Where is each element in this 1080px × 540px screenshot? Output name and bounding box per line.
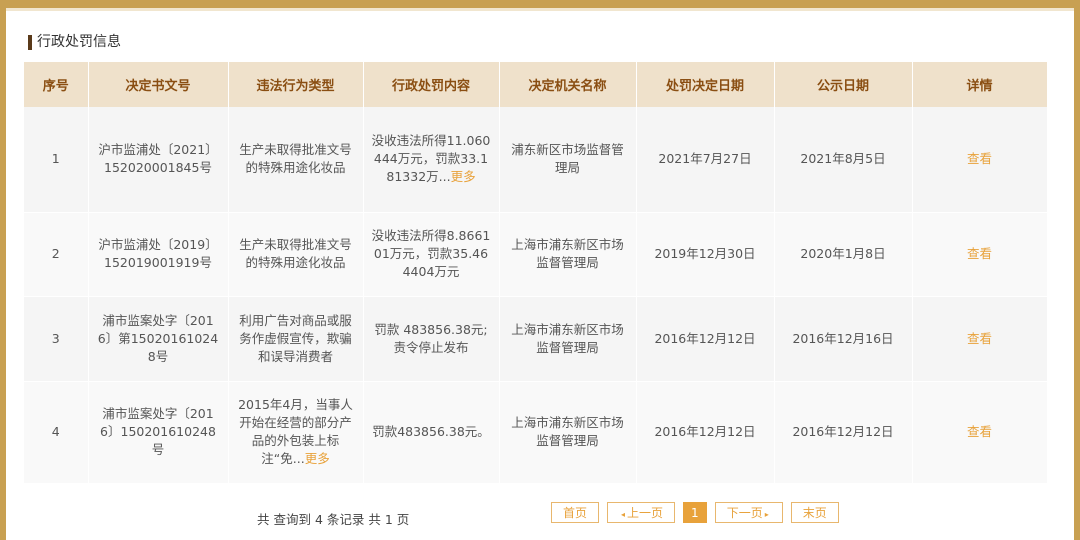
cell-authority: 上海市浦东新区市场监督管理局 [499, 381, 637, 484]
prev-page-button[interactable]: ◂ 上一页 [607, 502, 676, 523]
section-marker [28, 34, 32, 50]
cell-doc: 沪市监浦处〔2019〕152019001919号 [88, 212, 229, 297]
col-header-authority: 决定机关名称 [499, 62, 637, 107]
cell-detail: 查看 [912, 381, 1048, 484]
section-title-text: 行政处罚信息 [37, 34, 121, 50]
chevron-right-icon: ▸ [764, 510, 769, 519]
col-header-detail: 详情 [912, 62, 1048, 107]
current-page-button[interactable]: 1 [683, 502, 707, 523]
col-header-doc: 决定书文号 [88, 62, 229, 107]
top-border [6, 0, 1074, 8]
view-link[interactable]: 查看 [967, 151, 992, 166]
col-header-type: 违法行为类型 [228, 62, 364, 107]
chevron-left-icon: ◂ [621, 510, 626, 519]
cell-no: 1 [24, 107, 89, 213]
first-page-button[interactable]: 首页 [551, 502, 600, 523]
view-link[interactable]: 查看 [967, 424, 992, 439]
cell-authority: 浦东新区市场监督管理局 [499, 107, 637, 213]
cell-doc: 浦市监案处字〔2016〕150201610248号 [88, 381, 229, 484]
cell-type: 2015年4月，当事人开始在经营的部分产品的外包装上标注“免...更多 [228, 381, 364, 484]
table-header-row: 序号 决定书文号 违法行为类型 行政处罚内容 决定机关名称 处罚决定日期 公示日… [24, 62, 1048, 107]
cell-published: 2016年12月12日 [774, 381, 913, 484]
cell-detail: 查看 [912, 107, 1048, 213]
cell-published: 2020年1月8日 [774, 212, 913, 297]
table-row: 4 浦市监案处字〔2016〕150201610248号 2015年4月，当事人开… [24, 381, 1048, 484]
top-border-shadow [6, 8, 1074, 11]
cell-content: 罚款483856.38元。 [363, 381, 500, 484]
penalty-table: 序号 决定书文号 违法行为类型 行政处罚内容 决定机关名称 处罚决定日期 公示日… [24, 62, 1048, 484]
cell-published: 2021年8月5日 [774, 107, 913, 213]
cell-no: 4 [24, 381, 89, 484]
cell-decided: 2021年7月27日 [636, 107, 775, 213]
cell-detail: 查看 [912, 296, 1048, 382]
table-row: 2 沪市监浦处〔2019〕152019001919号 生产未取得批准文号的特殊用… [24, 212, 1048, 297]
next-page-label: 下一页 [726, 506, 763, 520]
cell-published: 2016年12月16日 [774, 296, 913, 382]
view-link[interactable]: 查看 [967, 331, 992, 346]
cell-type: 生产未取得批准文号的特殊用途化妆品 [228, 212, 364, 297]
table-row: 3 浦市监案处字〔2016〕第150201610248号 利用广告对商品或服务作… [24, 296, 1048, 382]
last-page-button[interactable]: 末页 [790, 502, 839, 523]
next-page-button[interactable]: 下一页 ▸ [714, 502, 783, 523]
section-title: 行政处罚信息 [28, 33, 121, 51]
col-header-content: 行政处罚内容 [363, 62, 500, 107]
type-text: 2015年4月，当事人开始在经营的部分产品的外包装上标注“免... [238, 397, 353, 466]
cell-type: 生产未取得批准文号的特殊用途化妆品 [228, 107, 364, 213]
cell-content: 没收违法所得11.060444万元，罚款33.181332万...更多 [363, 107, 500, 213]
cell-content: 罚款 483856.38元;责令停止发布 [363, 296, 500, 382]
cell-decided: 2019年12月30日 [636, 212, 775, 297]
cell-authority: 上海市浦东新区市场监督管理局 [499, 212, 637, 297]
cell-type: 利用广告对商品或服务作虚假宣传，欺骗和误导消费者 [228, 296, 364, 382]
pagination: 首页 ◂ 上一页 1 下一页 ▸ 末页 [551, 502, 839, 523]
cell-decided: 2016年12月12日 [636, 296, 775, 382]
view-link[interactable]: 查看 [967, 246, 992, 261]
cell-no: 3 [24, 296, 89, 382]
cell-decided: 2016年12月12日 [636, 381, 775, 484]
more-link[interactable]: 更多 [451, 169, 476, 184]
cell-doc: 浦市监案处字〔2016〕第150201610248号 [88, 296, 229, 382]
cell-content: 没收违法所得8.866101万元，罚款35.464404万元 [363, 212, 500, 297]
col-header-decided: 处罚决定日期 [636, 62, 775, 107]
table-row: 1 沪市监浦处〔2021〕152020001845号 生产未取得批准文号的特殊用… [24, 107, 1048, 213]
cell-detail: 查看 [912, 212, 1048, 297]
col-header-no: 序号 [24, 62, 89, 107]
prev-page-label: 上一页 [627, 506, 664, 520]
more-link[interactable]: 更多 [305, 451, 330, 466]
col-header-published: 公示日期 [774, 62, 913, 107]
cell-doc: 沪市监浦处〔2021〕152020001845号 [88, 107, 229, 213]
record-summary: 共 查询到 4 条记录 共 1 页 [257, 512, 410, 527]
cell-authority: 上海市浦东新区市场监督管理局 [499, 296, 637, 382]
cell-no: 2 [24, 212, 89, 297]
